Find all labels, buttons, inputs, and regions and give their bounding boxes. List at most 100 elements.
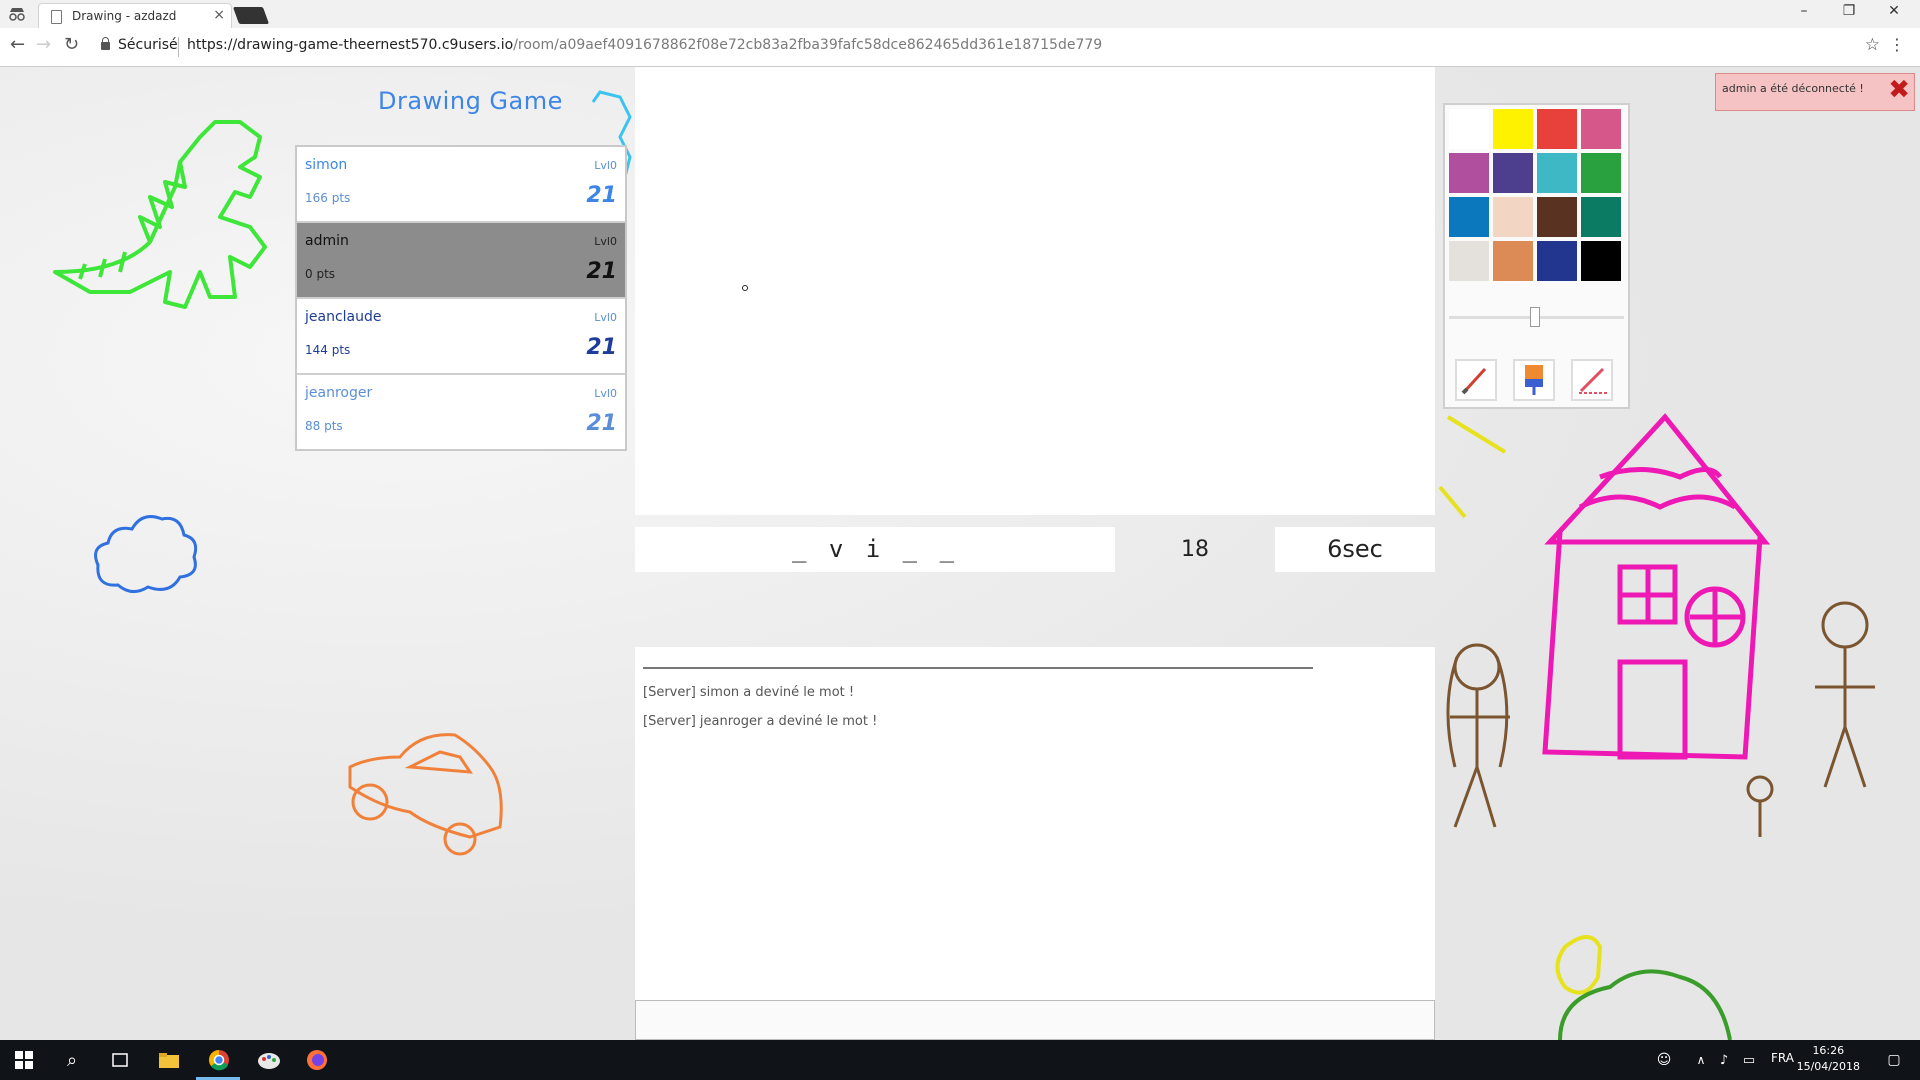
volume-icon[interactable]: ♪	[1710, 1046, 1738, 1074]
file-explorer-icon[interactable]	[155, 1046, 183, 1074]
dinosaur-doodle	[53, 120, 267, 309]
game-page: Drawing Game simon 166 pts Lvl0 21 admin…	[0, 67, 1920, 1040]
search-icon[interactable]: ⌕	[58, 1046, 86, 1074]
player-card-active: admin 0 pts Lvl0 21	[297, 223, 625, 299]
round-counter: 18	[1181, 537, 1209, 562]
divider	[178, 37, 179, 57]
color-swatch[interactable]	[1537, 241, 1577, 281]
bush-doodle	[1558, 969, 1732, 1040]
stick-figure-doodle	[1446, 601, 1875, 837]
player-number: 21	[586, 335, 617, 360]
color-palette	[1443, 103, 1630, 409]
network-icon[interactable]: ▭	[1735, 1046, 1763, 1074]
chrome-icon[interactable]	[205, 1046, 233, 1074]
color-swatch[interactable]	[1581, 241, 1621, 281]
eraser-icon	[1579, 367, 1607, 394]
tab-title: Drawing - azdazd	[72, 9, 177, 23]
player-card: simon 166 pts Lvl0 21	[297, 147, 625, 223]
color-swatch[interactable]	[1581, 153, 1621, 193]
paint-icon[interactable]	[255, 1046, 283, 1074]
player-level: Lvl0	[594, 387, 617, 400]
yellow-scribble-doodle	[1438, 415, 1603, 995]
game-title: Drawing Game	[378, 87, 563, 115]
brush-icon	[1461, 367, 1487, 395]
minimize-button[interactable]: –	[1784, 3, 1824, 19]
incognito-icon	[9, 8, 25, 21]
color-swatch[interactable]	[1493, 109, 1533, 149]
bookmark-star-icon[interactable]: ☆	[1865, 35, 1880, 55]
chat-message: [Server] simon a deviné le mot !	[643, 685, 855, 700]
word-hint: _ v i _ _	[635, 527, 1115, 572]
player-name: jeanroger	[305, 385, 373, 401]
player-list: simon 166 pts Lvl0 21 admin 0 pts Lvl0 2…	[295, 145, 627, 451]
player-level: Lvl0	[594, 159, 617, 172]
windows-start-icon[interactable]	[10, 1046, 38, 1074]
color-swatch[interactable]	[1493, 241, 1533, 281]
task-view-icon[interactable]	[106, 1046, 134, 1074]
color-swatch[interactable]	[1537, 109, 1577, 149]
browser-tab[interactable]: Drawing - azdazd ×	[38, 3, 232, 29]
color-swatch[interactable]	[1493, 197, 1533, 237]
round-timer: 6sec	[1275, 527, 1435, 572]
color-swatch[interactable]	[1537, 153, 1577, 193]
color-swatch[interactable]	[1449, 241, 1489, 281]
lock-icon	[101, 37, 110, 50]
eraser-tool-button[interactable]	[1571, 359, 1613, 401]
fill-bucket-icon	[1525, 365, 1543, 395]
cloud-doodle	[94, 515, 198, 593]
chat-input[interactable]	[635, 1000, 1435, 1040]
notification-text: admin a été déconnecté !	[1722, 82, 1864, 95]
color-swatch[interactable]	[1581, 197, 1621, 237]
player-name: simon	[305, 157, 348, 173]
player-points: 0 pts	[305, 267, 336, 281]
drawing-canvas[interactable]	[635, 67, 1435, 515]
url-field[interactable]: https://drawing-game-theernest570.c9user…	[187, 37, 1102, 53]
disconnect-notification: admin a été déconnecté ! ✖	[1715, 73, 1915, 111]
player-number: 21	[586, 411, 617, 436]
brush-cursor	[742, 285, 748, 291]
people-icon[interactable]: ☺	[1650, 1046, 1678, 1074]
chat-divider	[643, 667, 1313, 669]
tab-close-icon[interactable]: ×	[213, 7, 225, 23]
player-number: 21	[586, 183, 617, 208]
player-card: jeanclaude 144 pts Lvl0 21	[297, 299, 625, 375]
brush-size-handle[interactable]	[1530, 307, 1540, 327]
forward-icon[interactable]: →	[36, 34, 51, 55]
maximize-button[interactable]: ❐	[1829, 3, 1869, 19]
player-points: 166 pts	[305, 191, 351, 205]
clock[interactable]: 16:26 15/04/2018	[1797, 1043, 1860, 1075]
player-card: jeanroger 88 pts Lvl0 21	[297, 375, 625, 449]
fill-tool-button[interactable]	[1513, 359, 1555, 401]
player-level: Lvl0	[594, 235, 617, 248]
chat-message: [Server] jeanroger a deviné le mot !	[643, 714, 878, 729]
color-swatch[interactable]	[1537, 197, 1577, 237]
notifications-icon[interactable]: ▢	[1880, 1046, 1908, 1074]
address-bar: ← → ↻ Sécurisé https://drawing-game-thee…	[0, 28, 1920, 67]
player-points: 144 pts	[305, 343, 351, 357]
new-tab-button[interactable]	[232, 7, 270, 24]
menu-icon[interactable]: ⋮	[1889, 35, 1905, 54]
notification-close-icon[interactable]: ✖	[1888, 76, 1910, 104]
back-icon[interactable]: ←	[10, 34, 25, 55]
house-doodle	[1542, 413, 1771, 760]
player-name: admin	[305, 233, 349, 249]
player-level: Lvl0	[594, 311, 617, 324]
browser-tab-bar: Drawing - azdazd × – ❐ ✕	[0, 0, 1920, 29]
firefox-icon[interactable]	[303, 1046, 331, 1074]
color-swatch[interactable]	[1581, 109, 1621, 149]
taskbar: ⌕ ☺ ∧ ♪ ▭ FRA 16:26 15/04/2018 ▢	[0, 1040, 1920, 1080]
player-number: 21	[586, 259, 617, 284]
color-swatch[interactable]	[1449, 153, 1489, 193]
color-swatch[interactable]	[1449, 109, 1489, 149]
reload-icon[interactable]: ↻	[64, 34, 79, 55]
close-window-button[interactable]: ✕	[1874, 3, 1914, 19]
url-host: https://drawing-game-theernest570.c9user…	[187, 37, 514, 53]
language-indicator[interactable]: FRA	[1771, 1051, 1794, 1065]
player-name: jeanclaude	[305, 309, 382, 325]
url-path: /room/a09aef4091678862f08e72cb83a2fba39f…	[513, 37, 1103, 53]
color-swatch[interactable]	[1449, 197, 1489, 237]
brush-tool-button[interactable]	[1455, 359, 1497, 401]
car-doodle	[348, 733, 503, 856]
color-swatch[interactable]	[1493, 153, 1533, 193]
page-icon	[51, 10, 62, 24]
